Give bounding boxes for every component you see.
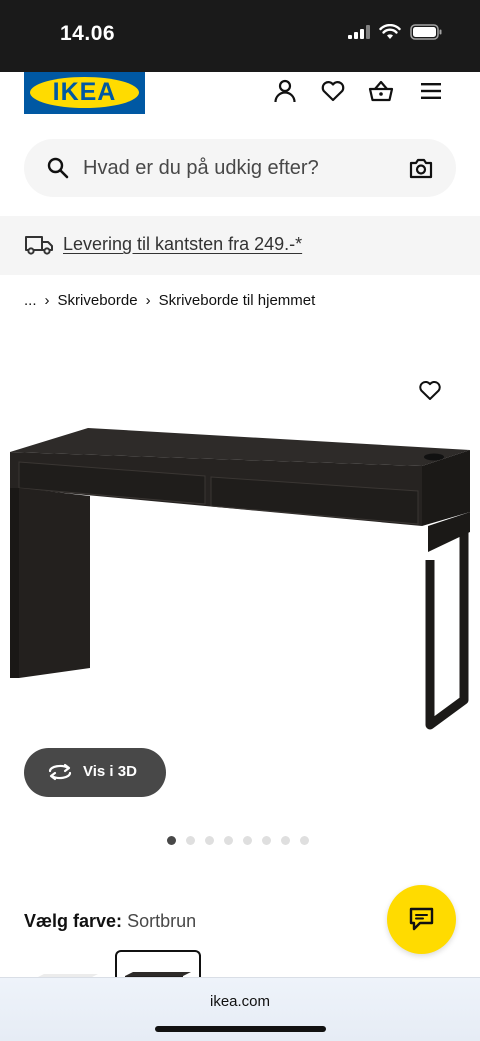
wifi-icon [379, 24, 401, 39]
chat-bubble-icon [409, 907, 434, 931]
cellular-signal-icon [348, 25, 370, 39]
carousel-dot[interactable] [281, 836, 290, 845]
logo-text: IKEA [52, 78, 117, 106]
delivery-truck-icon [25, 236, 53, 255]
rotate-3d-icon [48, 763, 72, 781]
breadcrumb: ... › Skriveborde › Skriveborde til hjem… [24, 292, 315, 309]
profile-icon[interactable] [272, 78, 298, 104]
chevron-right-icon: › [44, 292, 50, 309]
breadcrumb-item-ellipsis[interactable]: ... [24, 292, 37, 309]
add-to-favorites-heart-icon[interactable] [418, 378, 442, 402]
camera-search-icon[interactable] [409, 157, 433, 179]
battery-icon [410, 24, 442, 40]
carousel-dot[interactable] [300, 836, 309, 845]
carousel-dot[interactable] [262, 836, 271, 845]
delivery-link[interactable]: Levering til kantsten fra 249.-* [63, 234, 302, 255]
menu-hamburger-icon[interactable] [418, 78, 444, 104]
shopping-basket-icon[interactable] [368, 78, 394, 104]
carousel-dot[interactable] [186, 836, 195, 845]
status-icons [348, 24, 442, 40]
site-header: IKEA [0, 72, 480, 134]
color-selection-label: Vælg farve: Sortbrun [24, 911, 196, 932]
chat-support-button[interactable] [387, 885, 456, 954]
product-image-desk [10, 428, 470, 730]
view-in-3d-label: Vis i 3D [83, 763, 137, 780]
color-value: Sortbrun [127, 911, 197, 931]
carousel-dot[interactable] [167, 836, 176, 845]
ikea-logo[interactable]: IKEA [24, 72, 145, 114]
carousel-dot[interactable] [224, 836, 233, 845]
search-input[interactable]: Hvad er du på udkig efter? [83, 157, 319, 180]
image-carousel-dots[interactable] [167, 836, 309, 845]
view-in-3d-button[interactable]: Vis i 3D [24, 748, 166, 797]
carousel-dot[interactable] [243, 836, 252, 845]
home-indicator[interactable] [155, 1026, 326, 1032]
delivery-banner[interactable]: Levering til kantsten fra 249.-* [0, 216, 480, 275]
search-icon [47, 157, 69, 179]
breadcrumb-item-current[interactable]: Skriveborde til hjemmet [159, 292, 316, 309]
breadcrumb-item-skriveborde[interactable]: Skriveborde [58, 292, 138, 309]
url-text[interactable]: ikea.com [0, 993, 480, 1010]
color-label: Vælg farve: [24, 911, 123, 931]
browser-address-bar[interactable]: ikea.com [0, 977, 480, 1041]
search-bar[interactable]: Hvad er du på udkig efter? [24, 139, 456, 197]
status-time: 14.06 [60, 22, 116, 45]
carousel-dot[interactable] [205, 836, 214, 845]
favorites-heart-icon[interactable] [320, 78, 346, 104]
chevron-right-icon: › [145, 292, 151, 309]
status-bar: 14.06 [0, 0, 480, 72]
